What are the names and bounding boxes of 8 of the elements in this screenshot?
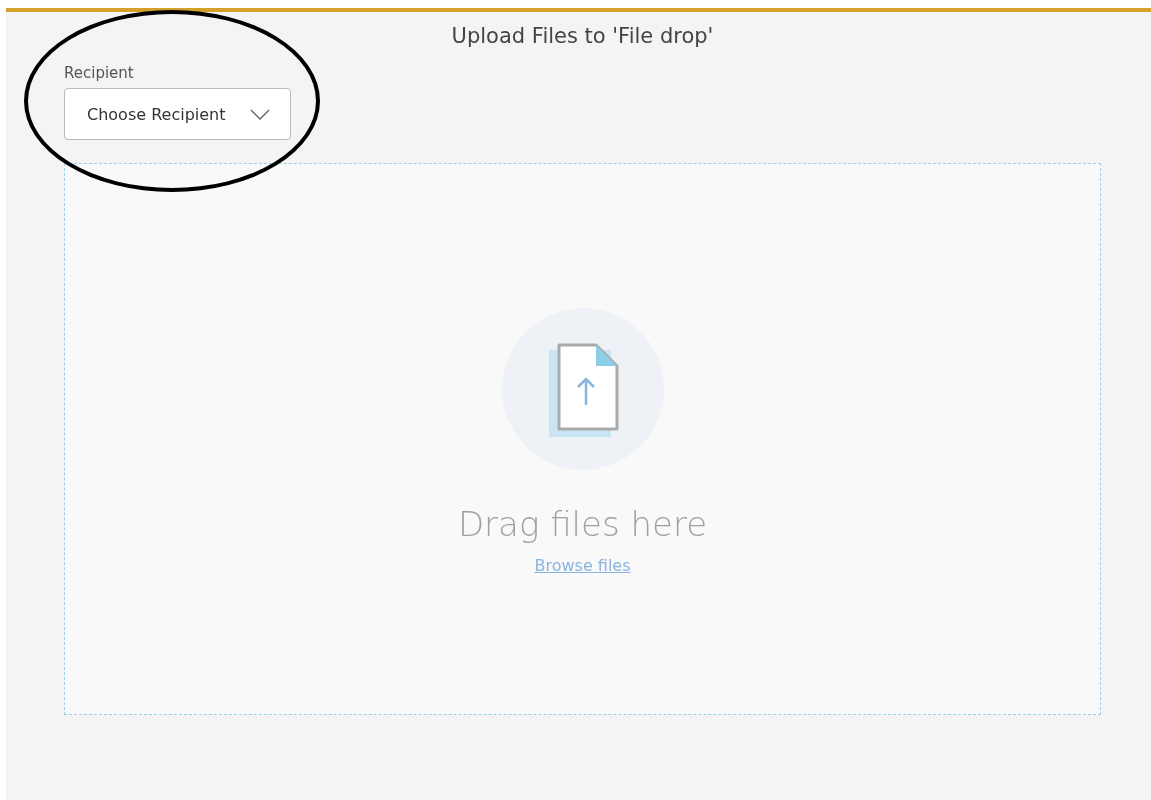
file-upload-icon xyxy=(501,308,664,470)
drop-message: Drag files here xyxy=(457,504,708,544)
browse-files-link[interactable]: Browse files xyxy=(534,556,631,575)
chevron-down-icon xyxy=(250,108,270,120)
recipient-dropdown[interactable]: Choose Recipient xyxy=(64,88,291,140)
field-label: Recipient xyxy=(64,64,134,82)
page-title: Upload Files to 'File drop' xyxy=(450,24,715,50)
drop-zone[interactable]: Drag files here Browse files xyxy=(64,163,1101,715)
